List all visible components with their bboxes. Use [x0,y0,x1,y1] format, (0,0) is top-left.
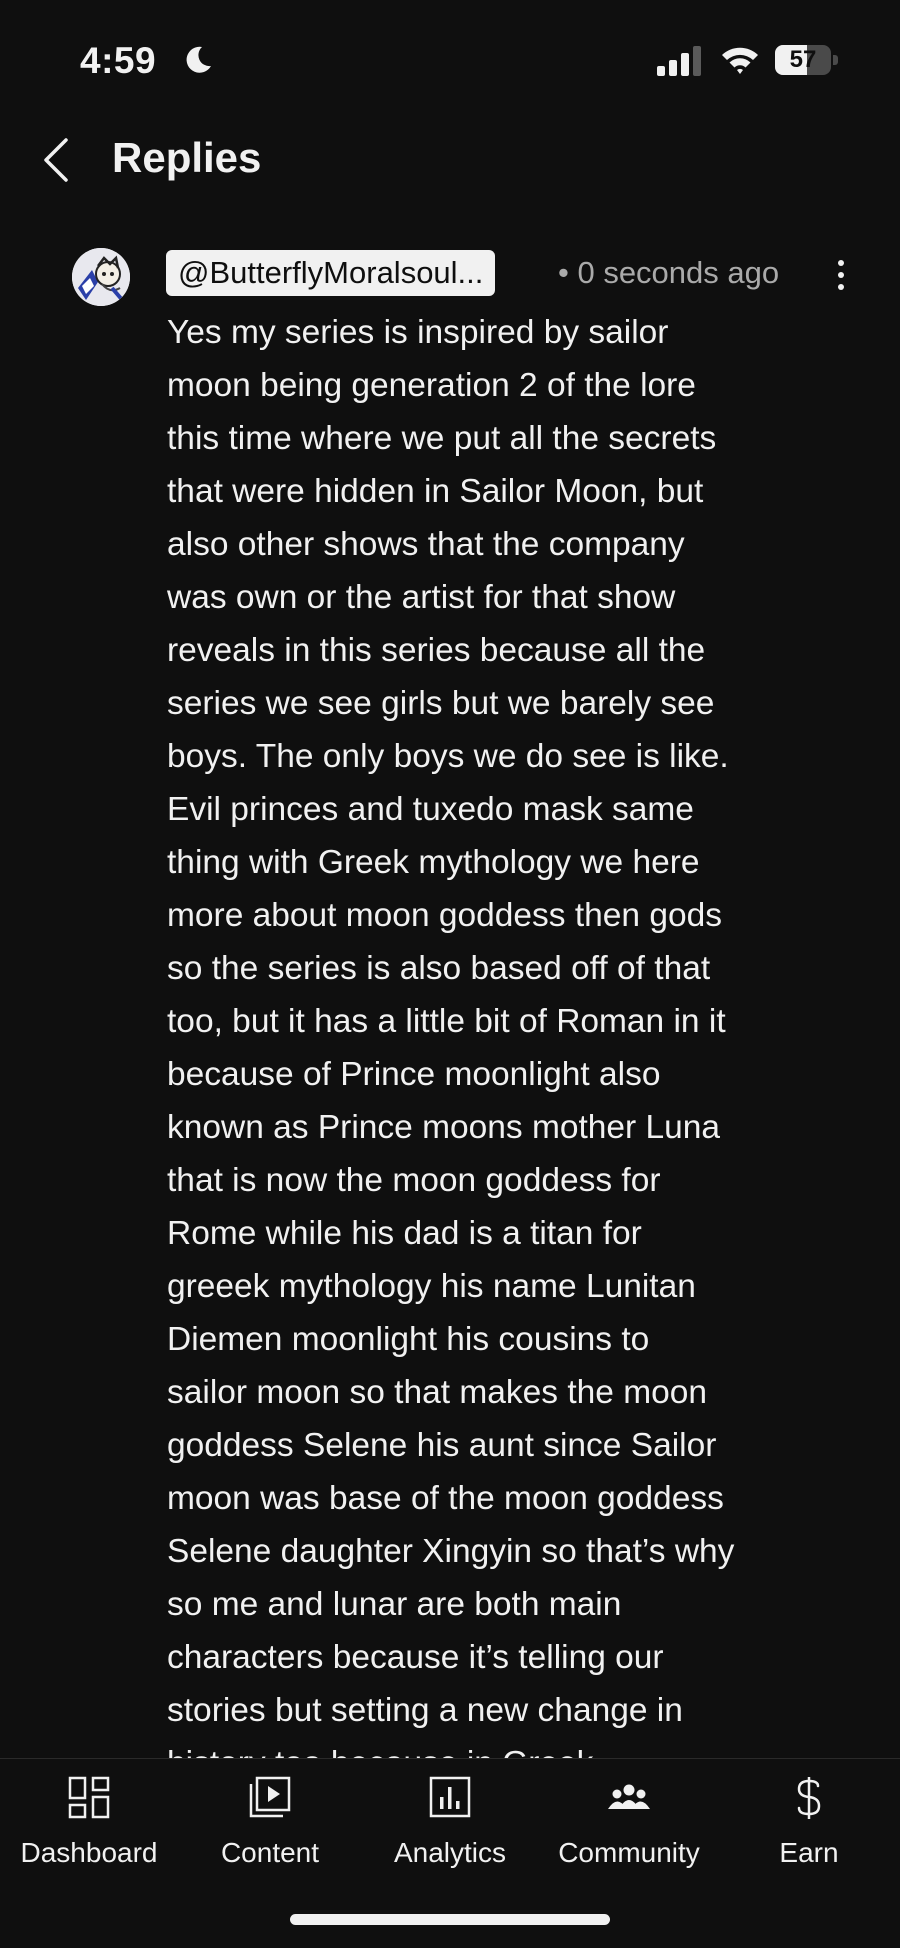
battery-cap [833,55,838,65]
author-handle[interactable]: @ButterflyMoralsoul... [166,250,496,296]
page-title: Replies [112,134,262,181]
nav-item-community[interactable]: Community [544,1775,714,1875]
more-options-icon[interactable] [826,254,856,296]
battery-percent: 57 [789,46,817,73]
earn-icon [797,1777,821,1819]
comment-text: Yes my series is inspired by sailor moon… [167,314,735,1782]
cellular-signal-icon [657,46,701,76]
avatar[interactable] [72,248,130,306]
content-icon [249,1776,291,1818]
moon-icon [186,46,211,73]
home-indicator[interactable] [290,1914,610,1925]
back-icon[interactable] [34,132,78,188]
status-bar: 4:59 57 [0,0,900,120]
bottom-nav: Dashboard Content Analytics Community Ea… [0,1758,900,1948]
dashboard-icon [68,1776,110,1819]
header: Replies [0,120,900,200]
battery-icon: 57 [775,45,831,75]
battery-indicator: 57 [775,45,839,75]
nav-label-community: Community [558,1837,700,1868]
analytics-icon [429,1776,471,1818]
wifi-icon [722,47,758,74]
avatar-image [72,248,130,306]
nav-label-analytics: Analytics [393,1837,507,1868]
comment-timestamp: • 0 seconds ago [558,255,780,290]
community-icon [608,1784,650,1809]
nav-item-analytics[interactable]: Analytics [365,1775,535,1875]
nav-label-content: Content [220,1837,320,1868]
nav-item-earn[interactable]: Earn [724,1775,894,1875]
nav-item-content[interactable]: Content [185,1775,355,1875]
nav-label-dashboard: Dashboard [20,1837,158,1868]
status-time: 4:59 [80,40,157,81]
nav-item-dashboard[interactable]: Dashboard [4,1775,174,1875]
nav-label-earn: Earn [779,1837,839,1868]
